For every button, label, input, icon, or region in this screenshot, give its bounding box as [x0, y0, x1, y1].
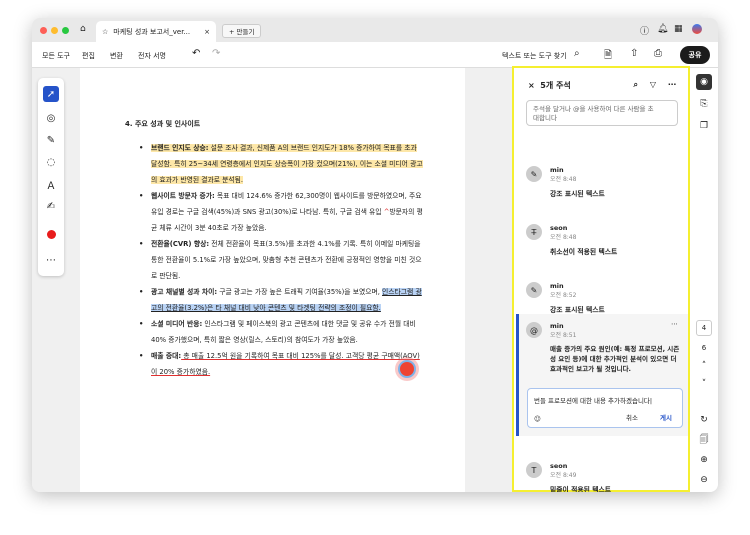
- zoom-in-icon[interactable]: ⊕: [696, 452, 712, 468]
- main-toolbar: 모든 도구 편집 변환 전자 서명 ↶ ↷ 텍스트 또는 도구 찾기 ⌕ 🗎 ⇧…: [32, 42, 718, 68]
- home-icon[interactable]: ⌂: [80, 24, 86, 34]
- panel-title: 5개 주석: [540, 81, 571, 90]
- lasso-tool-icon[interactable]: ◌: [43, 154, 59, 170]
- rotate-icon[interactable]: ↻: [696, 412, 712, 428]
- new-tab-button[interactable]: + 만들기: [222, 24, 262, 38]
- right-gutter: [465, 68, 512, 492]
- tool-rail: ➚ ◎ ✎ ◌ Ａ ✍ ⋯: [38, 78, 64, 276]
- select-tool-icon[interactable]: ➚: [43, 86, 59, 102]
- pen-icon: ✎: [526, 282, 542, 298]
- share-button[interactable]: 공유: [680, 46, 710, 64]
- apps-grid-icon[interactable]: ▦: [674, 24, 683, 34]
- search-icon[interactable]: ⌕: [634, 80, 638, 90]
- list-item: 광고 채널별 성과 차이: 구글 광고는 가장 높은 트래픽 기여율(35%)을…: [139, 284, 423, 316]
- print-icon[interactable]: ⎙: [654, 48, 662, 59]
- document-page: 4. 주요 성과 및 인사이트 브랜드 인지도 상승: 설문 조사 결과, 신제…: [80, 68, 465, 492]
- cancel-button[interactable]: 취소: [626, 412, 638, 422]
- bell-icon[interactable]: 🔔︎: [657, 24, 668, 34]
- undo-icon[interactable]: ↶: [192, 48, 200, 59]
- comment-marker-icon[interactable]: [400, 362, 414, 376]
- list-item: 전환율(CVR) 향상: 전체 전환율이 목표(3.5%)를 초과한 4.1%를…: [139, 236, 423, 284]
- help-icon[interactable]: ⓘ: [640, 24, 649, 37]
- save-icon[interactable]: 🗎: [604, 48, 612, 65]
- close-tab-icon[interactable]: ×: [204, 28, 210, 36]
- avatar[interactable]: [692, 24, 702, 34]
- chevron-down-icon[interactable]: ˅: [696, 376, 712, 392]
- menu-all-tools[interactable]: 모든 도구: [42, 51, 70, 61]
- mention-icon[interactable]: ☺: [534, 415, 541, 423]
- more-tools-icon[interactable]: ⋯: [43, 252, 59, 268]
- app-window: ⌂ ☆ 마케팅 성과 보고서_ver... × + 만들기 ⓘ 🔔︎ ▦ 모든 도구…: [32, 18, 718, 492]
- document-content: 4. 주요 성과 및 인사이트 브랜드 인지도 상승: 설문 조사 결과, 신제…: [125, 116, 423, 380]
- title-bar: ⌂ ☆ 마케팅 성과 보고서_ver... × + 만들기 ⓘ 🔔︎ ▦: [32, 18, 718, 42]
- post-button[interactable]: 게시: [660, 412, 672, 422]
- chevron-up-icon[interactable]: ˄: [696, 358, 712, 374]
- underlined-text[interactable]: 총 매출 12.5억 원을 기록하여 목표 대비 125%를 달성. 고객당 평…: [151, 352, 420, 376]
- tab-document[interactable]: ☆ 마케팅 성과 보고서_ver... ×: [96, 21, 216, 42]
- filter-icon[interactable]: ▽: [650, 80, 656, 89]
- text-box-tool-icon[interactable]: Ａ: [43, 176, 59, 192]
- upload-icon[interactable]: ⇧: [630, 48, 638, 59]
- color-picker[interactable]: [43, 226, 59, 242]
- comment-icon: @: [526, 322, 542, 338]
- close-window-button[interactable]: [40, 27, 47, 34]
- search-icon[interactable]: ⌕: [574, 48, 580, 59]
- menu-edit[interactable]: 편집: [82, 51, 95, 61]
- star-icon[interactable]: ☆: [102, 28, 108, 36]
- more-options-icon[interactable]: ⋯: [671, 320, 678, 328]
- zoom-out-icon[interactable]: ⊖: [696, 472, 712, 488]
- more-options-icon[interactable]: ⋯: [668, 80, 676, 89]
- close-panel-icon[interactable]: ×: [528, 81, 535, 90]
- copy-icon[interactable]: ❐: [696, 118, 712, 134]
- highlighted-text[interactable]: 브랜드 인지도 상승: 설문 조사 결과, 신제품 A의 브랜드 인지도가 18…: [151, 144, 423, 184]
- signature-tool-icon[interactable]: ✍: [43, 198, 59, 214]
- maximize-window-button[interactable]: [62, 27, 69, 34]
- comment-tool-icon[interactable]: ◎: [43, 110, 59, 126]
- comments-icon[interactable]: ◉: [696, 74, 712, 90]
- selected-comment[interactable]: @ min 오전 8:51 ⋯ 매출 증가의 주요 원인(예: 특정 프로모션,…: [516, 314, 688, 436]
- menu-esign[interactable]: 전자 서명: [138, 51, 166, 61]
- comments-panel: × 5개 주석 ⌕ ▽ ⋯ 주석을 달거나 @을 사용하여 다른 사람을 초대합…: [512, 66, 690, 492]
- list-item: 브랜드 인지도 상승: 설문 조사 결과, 신제품 A의 브랜드 인지도가 18…: [139, 140, 423, 188]
- search-tools-input[interactable]: 텍스트 또는 도구 찾기: [502, 51, 567, 61]
- minimize-window-button[interactable]: [51, 27, 58, 34]
- redo-icon[interactable]: ↷: [212, 48, 220, 59]
- right-rail: ◉ ⎘ ❐ 4 6 ˄ ˅ ↻ 🗐 ⊕ ⊖: [690, 68, 718, 492]
- tab-title: 마케팅 성과 보고서_ver...: [113, 27, 191, 36]
- section-heading: 4. 주요 성과 및 인사이트: [125, 120, 201, 128]
- total-pages: 6: [701, 344, 707, 352]
- list-item: 매출 증대: 총 매출 12.5억 원을 기록하여 목표 대비 125%를 달성…: [139, 348, 423, 380]
- list-item: 소셜 미디어 반응: 인스타그램 및 페이스북의 광고 콘텐츠에 대한 댓글 및…: [139, 316, 423, 348]
- page-edit-icon[interactable]: 🗐: [696, 432, 712, 448]
- underline-icon: T: [526, 462, 542, 478]
- strikethrough-icon: T̶: [526, 224, 542, 240]
- bookmark-icon[interactable]: ⎘: [696, 96, 712, 112]
- reply-input[interactable]: 번들 프로모션에 대한 내용 추가하겠습니다| ☺ 취소 게시: [527, 388, 683, 428]
- current-page-input[interactable]: 4: [696, 320, 712, 336]
- comment-input[interactable]: 주석을 달거나 @을 사용하여 다른 사람을 초대합니다: [526, 100, 678, 126]
- pen-tool-icon[interactable]: ✎: [43, 132, 59, 148]
- list-item: 웹사이트 방문자 증가: 목표 대비 124.6% 증가한 62,300명이 웹…: [139, 188, 423, 236]
- menu-convert[interactable]: 변환: [110, 51, 123, 61]
- pen-icon: ✎: [526, 166, 542, 182]
